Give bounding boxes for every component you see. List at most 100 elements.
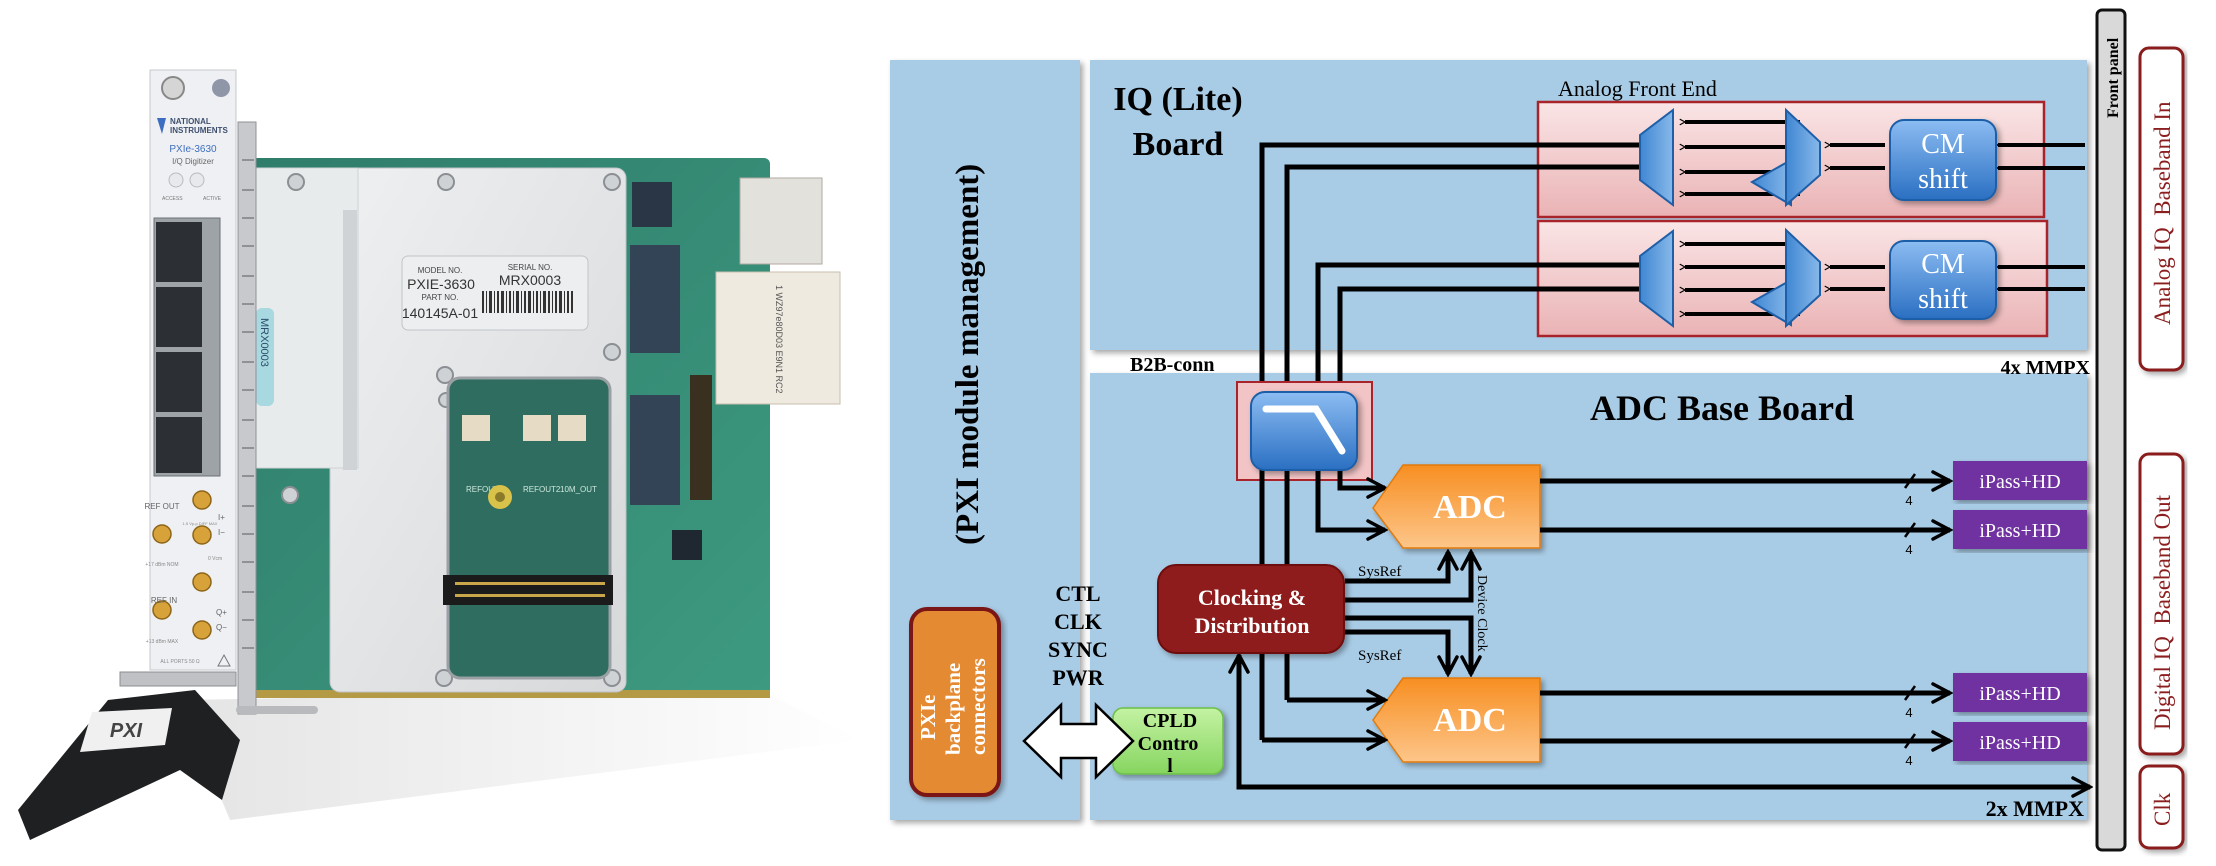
faceplate-subtitle: I/Q Digitizer [172,157,214,166]
front-panel-label: Front panel [2105,37,2122,118]
access-led [168,172,184,188]
pxi-management-label: (PXI module management) [950,164,986,545]
part-no: 140145A-01 [402,305,479,321]
access-label: ACCESS [162,196,183,202]
bus-signal-sync: SYNC [1048,637,1108,662]
clock-lines [1239,552,2090,787]
chip [630,395,680,505]
guide-rail [237,121,257,715]
b2b-conn-label: B2B-conn [1130,354,1214,376]
afe-channel [1536,100,2046,219]
bus-signal-pwr: PWR [1052,665,1104,690]
all-ports-label: ALL PORTS 50 Ω [160,659,200,665]
afe-channel-box [1536,219,2049,338]
iq-lite-board [1090,60,2087,350]
adc-board-title: ADC Base Board [1590,388,1854,428]
bus-signal-clk: CLK [1054,609,1102,634]
product-photo: 1 WZ97e80D03 E9N1 RC2 MODEL NO. PXIE-363… [18,69,860,840]
adc-base-board [1090,373,2087,820]
chip [632,182,672,227]
chip [672,530,702,560]
cm-shift-block [1889,240,1997,320]
active-led [189,172,205,188]
adc-block-upper [1372,464,1541,549]
bus-slash-icons [1903,473,1917,749]
side-tag-text: MRX0003 [258,318,270,367]
amplifier-icon [1749,278,1792,327]
cm-shift-block [1889,119,1997,201]
ref-out-label: REF OUT [144,502,179,511]
analog-iq-in-label-box [2138,46,2185,372]
connector-text: 1 WZ97e80D03 E9N1 RC2 [774,285,784,394]
combiner-icon [1639,228,1674,329]
clocking-distribution-block [1157,564,1345,654]
shield-edge [343,210,357,470]
pin-header [443,575,613,605]
bus-width-label: 4 [1905,493,1912,508]
cm-shift-line1: CM [1921,249,1965,280]
active-label: ACTIVE [203,196,222,202]
ipass-label: iPass+HD [1979,732,2060,754]
analog-iq-in-label: Analog IQ Baseband In [2150,101,2175,325]
backplane-connectors-block [909,607,1001,797]
mmpx-out-label: 2x MMPX [1986,796,2084,821]
afe-title: Analog Front End [1558,76,1717,101]
rf-components [462,415,586,441]
adc-label: ADC [1433,702,1507,739]
faceplate-model: PXIe-3630 [169,144,217,155]
brand-line2: INSTRUMENTS [170,126,228,135]
front-panel [2095,8,2127,852]
diff-spec: 1.5 Vp-p DIFF MAX [183,521,218,526]
cm-shift-line1: CM [1921,129,1965,160]
cpld-line1: CPLD [1143,710,1197,732]
afe-internals: CM shift [1639,227,2085,329]
cpld-line2: Contro [1138,733,1199,755]
b2b-connector [690,375,712,500]
amplifier-icon [1749,158,1792,207]
bus-width-label: 4 [1905,542,1912,557]
ipass-connector: iPass+HD [1953,722,2087,761]
digital-iq-out-label-box [2138,452,2185,756]
ref-out-spec: +17 dBm NOM [145,562,178,568]
afe-channel [1536,219,2049,338]
brand-line1: NATIONAL [170,117,211,126]
adc-label: ADC [1433,489,1507,526]
low-pass-filter-icon [1262,405,1346,455]
fpga-chip [630,245,680,353]
filter-lines [1259,395,1385,740]
q-minus-label: Q− [216,623,227,632]
cpld-control-block [1112,707,1224,775]
clocking-line2: Distribution [1195,613,1310,638]
adc-block-lower [1372,677,1541,763]
splitter-icon [1785,107,1821,208]
sysref-label-upper: SysRef [1358,564,1401,580]
i-plus-label: I+ [218,513,225,522]
bus-signal-ctl: CTL [1055,581,1100,606]
combiner-icon [1639,107,1674,208]
guide-pin [236,706,318,714]
backplane-line3: connectors [966,658,990,755]
pxi-management-panel [890,60,1080,820]
model-no-caption: MODEL NO. [418,266,463,275]
ipass-connector: iPass+HD [1953,461,2087,500]
digital-iq-out-label: Digital IQ Baseband Out [2150,494,2175,730]
model-no: PXIE-3630 [407,276,475,292]
adc-output-lines [1540,481,1950,741]
clk-label: Clk [2150,792,2175,826]
sysref-label-lower: SysRef [1358,648,1401,664]
clocking-line1: Clocking & [1198,585,1306,610]
low-pass-filter-block [1250,391,1358,471]
backplane-line2: backplane [941,663,965,755]
filter-box [1236,381,1373,481]
adc-lower-input-lines [1262,700,1385,740]
ipass-connector: iPass+HD [1953,510,2087,549]
part-no-caption: PART NO. [422,293,459,302]
faceplate-screw [161,76,185,100]
iq-signal-lines [1259,142,1640,395]
cm-shift-line2: shift [1918,284,1968,315]
pcb-label: 10M_OUT [560,485,597,494]
ref-in-label: REF IN [151,596,177,605]
afe-channel-box [1536,100,2046,219]
i-minus-label: I− [218,528,225,537]
serial-no: MRX0003 [499,272,561,288]
